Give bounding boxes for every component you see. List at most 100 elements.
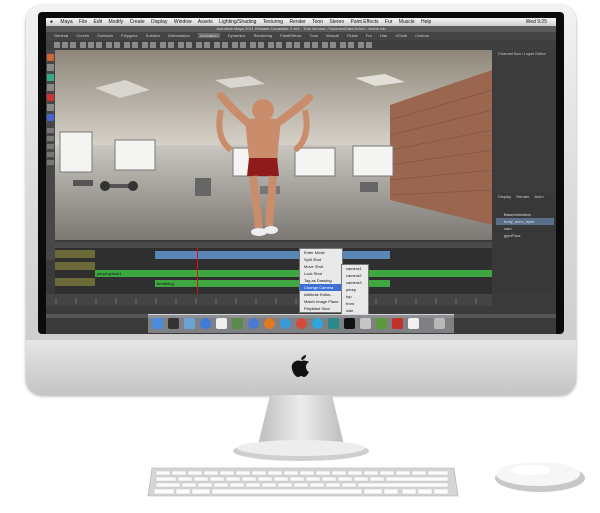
submenu-camera[interactable]: persp xyxy=(342,286,368,293)
menu-item[interactable]: Paint Effects xyxy=(351,19,379,25)
menu-item[interactable]: Maya xyxy=(60,19,72,25)
submenu-camera[interactable]: camera1 xyxy=(342,265,368,272)
menu-item[interactable]: Edit xyxy=(94,19,103,25)
shelf-tab[interactable]: nCloth xyxy=(395,33,407,38)
magic-mouse[interactable] xyxy=(493,458,587,494)
menu-match-image-plane[interactable]: Match Image Plane xyxy=(300,298,342,305)
shelf-tabs: General Curves Surfaces Polygons Subdivs… xyxy=(46,32,556,40)
shelf-tab[interactable]: Deformation xyxy=(168,33,190,38)
menu-lock-shot[interactable]: Lock Shot xyxy=(300,270,342,277)
layer-tab-render[interactable]: Render xyxy=(516,194,529,199)
maya-icon[interactable] xyxy=(328,318,339,329)
dashboard-icon[interactable] xyxy=(168,318,179,329)
ical-icon[interactable] xyxy=(216,318,227,329)
menu-tag-drawing[interactable]: Tag as Drawing xyxy=(300,277,342,284)
submenu-camera[interactable]: camera3 xyxy=(342,279,368,286)
layer-row[interactable]: cam xyxy=(496,225,554,232)
filezilla-icon[interactable] xyxy=(392,318,403,329)
activity-icon[interactable] xyxy=(376,318,387,329)
terminal-icon[interactable] xyxy=(344,318,355,329)
safari-icon[interactable] xyxy=(200,318,211,329)
skype-icon[interactable] xyxy=(312,318,323,329)
menu-move-shot[interactable]: Move Shot xyxy=(300,263,342,270)
shelf-tab[interactable]: PaintEffects xyxy=(280,33,301,38)
itunes-icon[interactable] xyxy=(248,318,259,329)
iphoto-icon[interactable] xyxy=(232,318,243,329)
menu-split-shot[interactable]: Split Shot xyxy=(300,256,342,263)
layer-editor-tabs: Display Render Anim xyxy=(494,193,556,201)
layer-row-selected[interactable]: body_anim_layer xyxy=(496,218,554,225)
menu-item[interactable]: Toon xyxy=(312,19,323,25)
menu-item[interactable]: Window xyxy=(174,19,192,25)
menu-item[interactable]: Help xyxy=(421,19,431,25)
track-label[interactable] xyxy=(55,250,95,258)
playhead[interactable] xyxy=(197,248,198,294)
layer-tab-anim[interactable]: Anim xyxy=(535,194,544,199)
track-label[interactable] xyxy=(55,278,95,286)
screen: ● Maya File Edit Modify Create Display W… xyxy=(46,18,556,334)
layer-row[interactable]: BaseAnimation xyxy=(496,211,554,218)
perspective-viewport[interactable] xyxy=(55,50,492,240)
menu-attribute-editor[interactable]: Attribute Editor... xyxy=(300,291,342,298)
channel-box[interactable] xyxy=(494,50,556,200)
submenu-camera[interactable]: top xyxy=(342,293,368,300)
shelf-tab[interactable]: Dynamics xyxy=(228,33,246,38)
trash-icon[interactable] xyxy=(434,318,445,329)
shelf-tab[interactable]: Polygons xyxy=(121,33,137,38)
shelf-tab[interactable]: Subdivs xyxy=(146,33,160,38)
imac-stand xyxy=(233,395,369,461)
menu-item[interactable]: Texturing xyxy=(263,19,283,25)
track-label[interactable] xyxy=(55,262,95,270)
channel-box-title: Channel Box / Layer Editor xyxy=(498,51,546,56)
submenu-camera[interactable]: side xyxy=(342,307,368,314)
menu-item[interactable]: Assets xyxy=(198,19,213,25)
clip-green[interactable]: jumpingJack1 xyxy=(95,270,492,277)
menu-enter-mode[interactable]: Enter Mode xyxy=(300,249,342,256)
camera-submenu: camera1 camera2 camera3 persp top front … xyxy=(341,264,369,315)
firefox-icon[interactable] xyxy=(264,318,275,329)
submenu-camera[interactable]: camera2 xyxy=(342,272,368,279)
toolbox[interactable] xyxy=(46,50,55,260)
menu-item[interactable]: File xyxy=(79,19,87,25)
shelf-tab[interactable]: Muscle xyxy=(326,33,339,38)
menu-item[interactable]: Stereo xyxy=(329,19,344,25)
chrome-icon[interactable] xyxy=(296,318,307,329)
layer-editor[interactable] xyxy=(494,193,556,293)
preview-icon[interactable] xyxy=(360,318,371,329)
menu-item[interactable]: Display xyxy=(151,19,167,25)
shelf-tab[interactable]: Rendering xyxy=(254,33,272,38)
ichat-icon[interactable] xyxy=(280,318,291,329)
menu-item[interactable]: Render xyxy=(289,19,305,25)
shelf-tab[interactable]: Toon xyxy=(309,33,318,38)
time-slider[interactable] xyxy=(46,294,492,306)
trax-editor[interactable]: jumpingJack1 breathing xyxy=(55,242,492,294)
menu-item[interactable]: Lighting/Shading xyxy=(219,19,256,25)
shelf-icon-row[interactable] xyxy=(46,40,556,50)
layer-row[interactable]: gymFloor xyxy=(496,232,554,239)
menu-item[interactable]: Muscle xyxy=(399,19,415,25)
submenu-camera[interactable]: front xyxy=(342,300,368,307)
apple-menu-icon[interactable]: ● xyxy=(50,19,53,25)
shelf-tab[interactable]: Fur xyxy=(366,33,372,38)
menu-item[interactable]: Fur xyxy=(385,19,393,25)
shelf-tab[interactable]: Custom xyxy=(415,33,429,38)
mac-dock xyxy=(148,314,454,333)
shelf-tab[interactable]: Surfaces xyxy=(97,33,113,38)
apple-keyboard[interactable] xyxy=(146,466,460,499)
shelf-tab[interactable]: Fluids xyxy=(347,33,358,38)
menu-change-camera[interactable]: Change Camera xyxy=(300,284,342,291)
menu-playblast-shot[interactable]: Playblast Shot xyxy=(300,305,342,312)
menu-item[interactable]: Create xyxy=(130,19,145,25)
shelf-tab[interactable]: Curves xyxy=(76,33,89,38)
shelf-tab-active[interactable]: Animation xyxy=(197,33,220,38)
finder-icon[interactable] xyxy=(152,318,163,329)
menu-item[interactable]: Modify xyxy=(109,19,124,25)
menubar-clock[interactable]: Wed 9:25 xyxy=(526,18,547,26)
mail-icon[interactable] xyxy=(184,318,195,329)
layer-tab-display[interactable]: Display xyxy=(498,194,511,199)
clip-blue[interactable] xyxy=(155,251,390,259)
textedit-icon[interactable] xyxy=(408,318,419,329)
shelf-tab[interactable]: Hair xyxy=(380,33,387,38)
camera-sequencer-context-menu: Enter Mode Split Shot Move Shot Lock Sho… xyxy=(299,248,343,313)
shelf-tab[interactable]: General xyxy=(54,33,68,38)
